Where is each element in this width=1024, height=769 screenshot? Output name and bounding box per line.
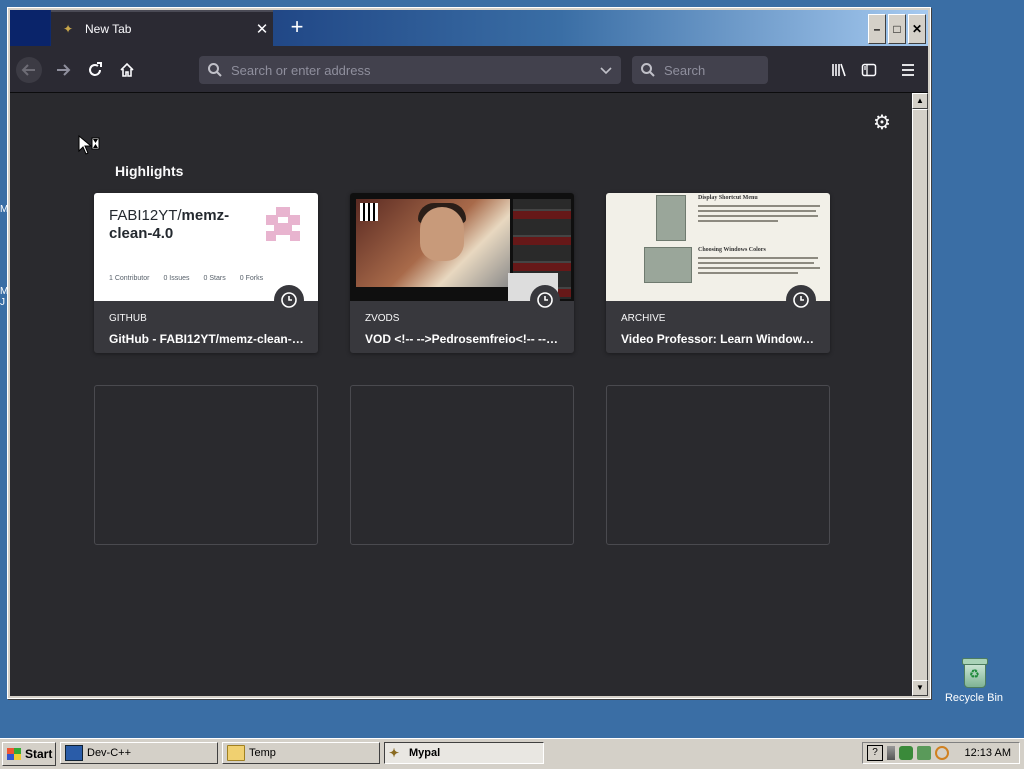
library-button[interactable] [826,57,852,83]
doc-heading: Choosing Windows Colors [698,247,766,253]
window-controls: – □ ✕ [868,14,926,44]
tab-title: New Tab [85,22,132,36]
repo-stat: 0 Stars [203,275,226,282]
recycle-bin-icon: ♻ [960,656,988,688]
mypal-favicon-icon: ✦ [63,22,74,36]
card-title: Video Professor: Learn Windows XP [621,332,817,346]
hamburger-menu-icon [902,64,914,76]
tab-close-icon[interactable]: ✕ [251,20,273,38]
streamer-image [420,207,464,261]
highlight-card-github[interactable]: FABI12YT/memz-clean-4.0 1 Contributor 0 … [94,193,318,353]
scroll-down-icon[interactable]: ▼ [912,680,928,696]
card-title: GitHub - FABI12YT/memz-clean-4.0 [109,332,305,346]
card-source: GITHUB [109,313,147,324]
doc-heading: Display Shortcut Menu [698,195,758,201]
address-bar[interactable]: Search or enter address [199,56,621,84]
tab-strip-spacer [10,10,50,46]
new-tab-page: ⚙ Highlights FABI12YT/memz-clean-4.0 1 C… [10,93,912,696]
windows-logo-icon [7,748,21,760]
recycle-bin-label: Recycle Bin [944,692,1004,704]
sidebar-button[interactable] [856,57,882,83]
minimize-button[interactable]: – [868,14,886,44]
system-tray: ? 12:13 AM [862,742,1020,764]
home-icon [120,62,134,77]
nav-toolbar: Search or enter address Search [10,46,928,93]
reload-icon [89,62,102,76]
repo-avatar [266,207,300,241]
screenshot-image [644,247,692,283]
devcpp-icon [65,745,83,761]
menu-button[interactable] [895,57,921,83]
new-tab-button[interactable]: + [284,15,310,41]
library-icon [832,63,846,77]
home-button[interactable] [114,57,140,83]
clock-icon [786,285,816,315]
repo-stat: 0 Issues [163,275,190,282]
clock[interactable]: 12:13 AM [965,747,1011,759]
back-button[interactable] [16,57,42,83]
back-arrow-icon [21,64,35,76]
network-icon[interactable] [899,746,913,760]
empty-highlight-slot [94,385,318,545]
task-label: Mypal [409,747,441,759]
mypal-icon: ✦ [389,746,400,760]
address-placeholder: Search or enter address [231,62,371,78]
card-title: VOD <!-- -->Pedrosemfreio<!-- --> ... [365,332,561,346]
desktop-edge-label: J [0,297,5,308]
taskbar-item-mypal[interactable]: ✦ Mypal [384,742,544,764]
sidebar-icon [861,63,877,77]
card-source: ARCHIVE [621,313,666,324]
tab-strip: ✦ New Tab ✕ + – □ ✕ [10,10,928,46]
search-tray-icon[interactable] [935,746,949,760]
recycle-bin[interactable]: ♻ Recycle Bin [944,656,1004,704]
gear-icon[interactable]: ⚙ [872,113,892,133]
tab-new-tab[interactable]: ✦ New Tab ✕ [51,10,273,46]
repo-stat: 1 Contributor [109,275,150,282]
close-window-button[interactable]: ✕ [908,14,926,44]
search-bar[interactable]: Search [632,56,768,84]
folder-icon [227,745,245,761]
empty-highlight-slot [606,385,830,545]
reload-button[interactable] [82,57,108,83]
forward-arrow-icon [57,64,71,76]
task-label: Dev-C++ [87,747,132,759]
taskbar: Start Dev-C++ Temp ✦ Mypal ? 12:13 AM [0,738,1024,769]
start-label: Start [25,747,53,761]
taskbar-item-devcpp[interactable]: Dev-C++ [60,742,218,764]
start-button[interactable]: Start [2,742,56,766]
clock-icon [530,285,560,315]
clock-icon [274,285,304,315]
task-label: Temp [249,747,276,759]
card-source: ZVODS [365,313,400,324]
repo-title: FABI12YT/memz-clean-4.0 [109,207,230,242]
search-icon [641,63,655,77]
highlights-heading: Highlights [115,163,184,179]
screenshot-image [656,195,686,241]
taskbar-item-temp[interactable]: Temp [222,742,380,764]
maximize-button[interactable]: □ [888,14,906,44]
busy-cursor-icon [78,135,100,155]
scrollbar-thumb[interactable] [912,109,928,681]
security-icon[interactable] [917,746,931,760]
chevron-down-icon[interactable] [599,63,613,77]
forward-button[interactable] [50,57,76,83]
qr-code-image [360,203,378,221]
search-placeholder: Search [664,62,706,78]
search-icon [208,63,222,77]
highlight-card-archive[interactable]: Display Shortcut Menu Choosing Windows C… [606,193,830,353]
vertical-scrollbar[interactable]: ▲ ▼ [912,93,928,696]
highlight-card-zvods[interactable]: ZVODS VOD <!-- -->Pedrosemfreio<!-- --> … [350,193,574,353]
scroll-up-icon[interactable]: ▲ [912,93,928,109]
keyboard-icon[interactable] [887,746,895,760]
browser-window: ✦ New Tab ✕ + – □ ✕ Search or enter addr… [7,7,931,699]
help-icon[interactable]: ? [867,745,883,761]
repo-stat: 0 Forks [239,275,264,282]
empty-highlight-slot [350,385,574,545]
repo-stats: 1 Contributor 0 Issues 0 Stars 0 Forks [109,275,263,282]
